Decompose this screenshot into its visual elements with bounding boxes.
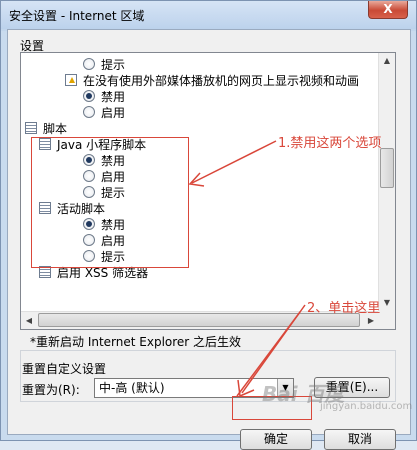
settings-section: 脚本 [25, 120, 67, 136]
tree-row-label: 脚本 [43, 121, 68, 136]
baidu-watermark-url: jingyan.baidu.com [320, 401, 413, 412]
radio-button[interactable] [83, 58, 95, 70]
script-section-icon [25, 122, 37, 134]
window-title: 安全设置 - Internet 区域 [9, 9, 145, 23]
cancel-button[interactable]: 取消 [324, 429, 396, 450]
radio-option[interactable]: 禁用 [83, 88, 125, 104]
radio-button[interactable] [83, 90, 95, 102]
tree-row-label: 禁用 [101, 89, 126, 104]
scroll-left-icon[interactable]: ◀ [21, 312, 37, 329]
scroll-up-icon[interactable]: ▲ [379, 53, 395, 69]
reset-to-label: 重置为(R): [22, 383, 80, 397]
radio-option[interactable]: 提示 [83, 56, 125, 72]
reset-group-label: 重置自定义设置 [22, 360, 107, 377]
restart-note: *重新启动 Internet Explorer 之后生效 [30, 335, 242, 349]
title-bar: 安全设置 - Internet 区域 X [1, 1, 416, 29]
vertical-scroll-thumb[interactable] [380, 148, 394, 188]
highlight-box-java-scripts [31, 137, 189, 268]
settings-category: 在没有使用外部媒体播放机的网页上显示视频和动画 [65, 72, 359, 88]
tree-row-label: 启用 [101, 105, 126, 120]
warning-shield-icon [65, 74, 77, 86]
annotation-step1: 1.禁用这两个选项 [278, 136, 382, 151]
annotation-step2: 2、单击这里 [307, 301, 381, 316]
ok-button[interactable]: 确定 [240, 429, 312, 450]
reset-level-value: 中-高 (默认) [99, 381, 165, 395]
tree-row-label: 在没有使用外部媒体播放机的网页上显示视频和动画 [83, 73, 360, 88]
close-button[interactable]: X [368, 1, 408, 19]
radio-option[interactable]: 启用 [83, 104, 125, 120]
tree-row-label: 提示 [101, 57, 126, 72]
vertical-scrollbar[interactable]: ▲ ▼ [378, 53, 395, 311]
scroll-down-icon[interactable]: ▼ [379, 295, 395, 311]
radio-button[interactable] [83, 106, 95, 118]
scroll-corner [378, 311, 395, 329]
